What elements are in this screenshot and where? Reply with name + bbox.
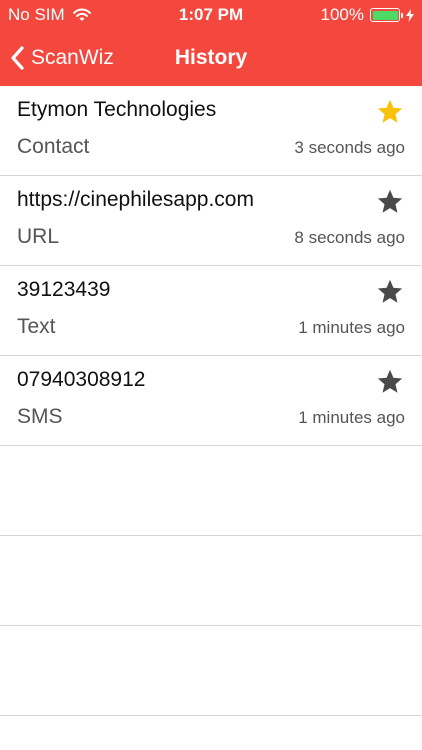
history-row[interactable]: 39123439 Text 1 minutes ago [0, 266, 422, 356]
history-item-time: 3 seconds ago [294, 138, 405, 157]
history-item-type: SMS [17, 405, 63, 428]
history-item-type: Text [17, 315, 56, 338]
history-item-time: 1 minutes ago [298, 318, 405, 337]
history-item-type: Contact [17, 135, 90, 158]
history-row[interactable]: https://cinephilesapp.com URL 8 seconds … [0, 176, 422, 266]
charging-bolt-icon [406, 8, 414, 22]
battery-fill [372, 10, 398, 20]
history-item-time: 8 seconds ago [294, 228, 405, 247]
star-icon[interactable] [376, 188, 404, 216]
history-item-type: URL [17, 225, 60, 248]
history-item-title: 39123439 [17, 278, 111, 301]
history-item-title: Etymon Technologies [17, 98, 217, 121]
battery-tip [401, 12, 403, 18]
nav-bar: ScanWiz History [0, 30, 422, 86]
status-bar: No SIM 1:07 PM 100% [0, 0, 422, 30]
star-icon[interactable] [376, 278, 404, 306]
history-list: Etymon Technologies Contact 3 seconds ag… [0, 86, 422, 716]
empty-row [0, 446, 422, 536]
battery-percent: 100% [320, 5, 364, 24]
empty-row [0, 626, 422, 716]
history-item-title: https://cinephilesapp.com [17, 188, 254, 211]
history-item-time: 1 minutes ago [298, 408, 405, 427]
history-row[interactable]: Etymon Technologies Contact 3 seconds ag… [0, 86, 422, 176]
empty-row [0, 536, 422, 626]
status-right: 100% [321, 0, 414, 30]
star-icon[interactable] [376, 368, 404, 396]
header: No SIM 1:07 PM 100% ScanWiz History [0, 0, 422, 86]
history-row[interactable]: 07940308912 SMS 1 minutes ago [0, 356, 422, 446]
page-title: History [174, 46, 248, 69]
history-item-title: 07940308912 [17, 368, 146, 391]
star-filled-icon[interactable] [376, 98, 404, 126]
battery-icon [370, 8, 400, 22]
